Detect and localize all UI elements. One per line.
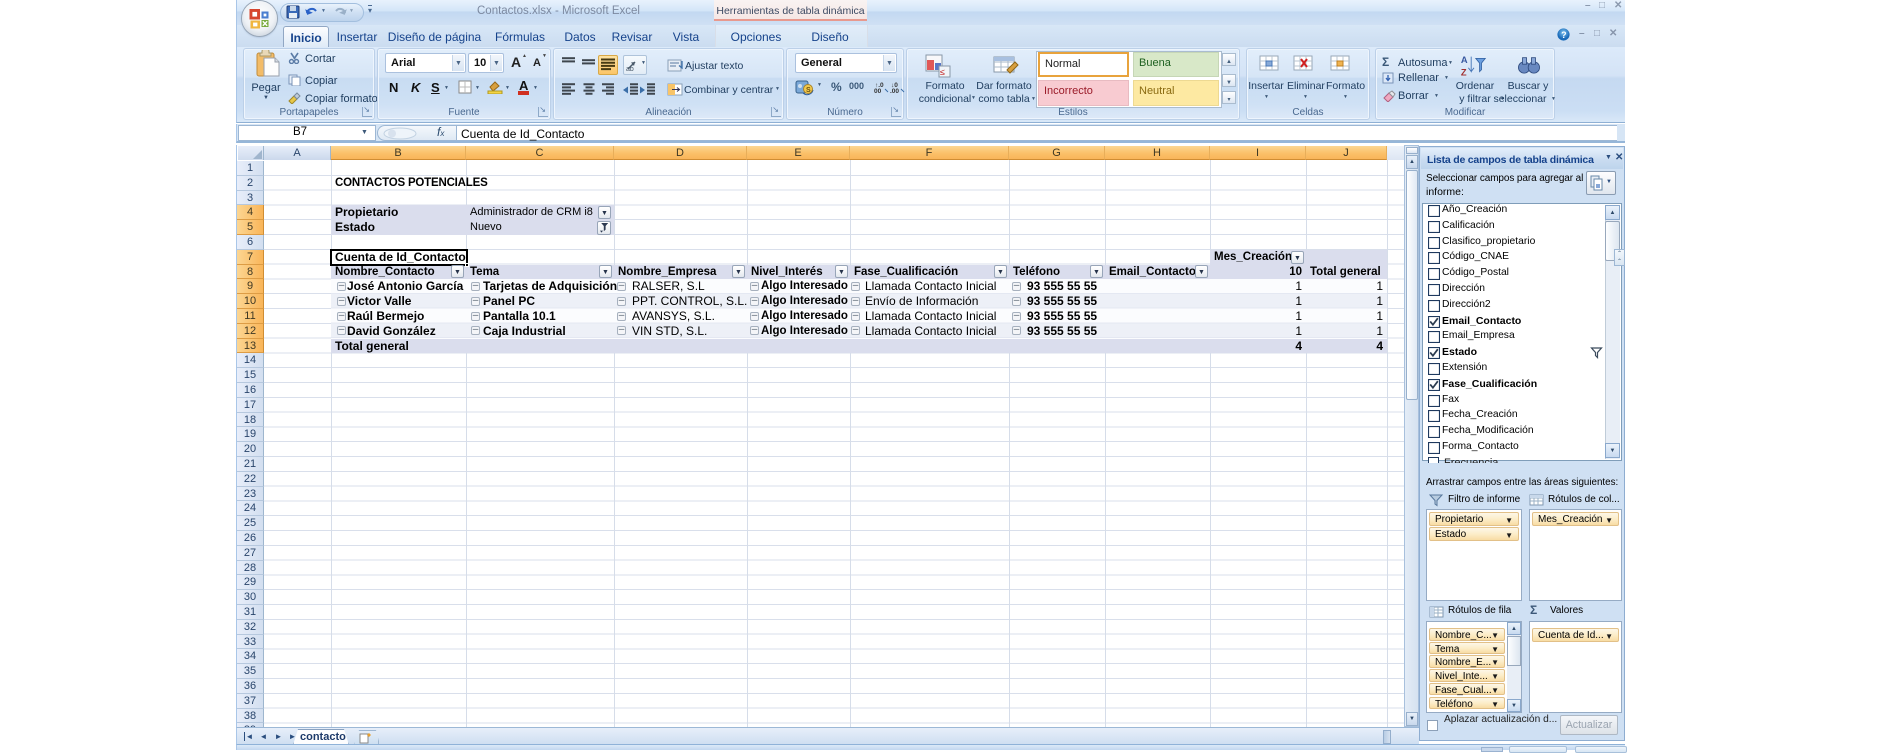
svg-text:00: 00 [874,88,882,94]
svg-text:?: ? [1561,30,1566,40]
svg-text:≤: ≤ [940,67,945,77]
svg-text:S: S [806,87,811,94]
svg-text:.00: .00 [890,88,899,94]
svg-text:A: A [1461,55,1468,65]
svg-text:Z: Z [1461,67,1467,77]
svg-text:ab: ab [626,66,634,72]
